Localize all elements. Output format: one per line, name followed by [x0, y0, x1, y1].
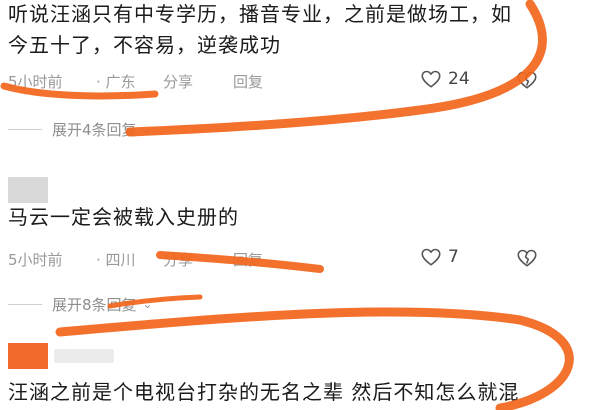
expand-replies-label: 展开8条回复: [52, 295, 137, 314]
comment-text-line: 今五十了，不容易，逆袭成功: [8, 33, 281, 57]
chevron-down-icon: ⌄: [142, 297, 153, 311]
reply-button[interactable]: 回复: [233, 71, 263, 92]
heart-outline-icon: [421, 70, 441, 88]
comment-text-line: 听说汪涵只有中专学历，播音专业，之前是做场工，如: [8, 2, 512, 26]
reply-button[interactable]: 回复: [233, 249, 263, 270]
broken-heart-icon: [517, 71, 537, 89]
broken-heart-icon: [517, 249, 537, 267]
expand-replies-button-2[interactable]: 展开8条回复 ⌄: [8, 293, 153, 315]
username[interactable]: [54, 349, 114, 363]
share-button[interactable]: 分享: [163, 249, 193, 270]
dislike-button[interactable]: [516, 69, 538, 95]
like-count: 24: [448, 69, 470, 89]
comment-timestamp: 5小时前: [8, 251, 63, 269]
expand-replies-label: 展开4条回复: [52, 120, 137, 139]
expand-replies-button-1[interactable]: 展开4条回复 ⌄: [8, 118, 153, 140]
comment-meta-row-2: 5小时前 · 四川 分享 回复 7: [8, 246, 600, 272]
dislike-button[interactable]: [516, 247, 538, 273]
comment-location: · 广东: [96, 73, 136, 91]
like-button[interactable]: 7: [420, 246, 459, 268]
avatar[interactable]: [8, 177, 48, 203]
chevron-down-icon: ⌄: [142, 122, 153, 136]
comment-text-1: 听说汪涵只有中专学历，播音专业，之前是做场工，如 今五十了，不容易，逆袭成功: [8, 0, 512, 61]
comment-text-3: 汪涵之前是个电视台打杂的无名之辈 然后不知怎么就混: [8, 377, 519, 408]
comment-meta-row-1: 5小时前 · 广东 分享 回复 24: [8, 68, 600, 94]
comment-timestamp: 5小时前: [8, 73, 63, 91]
avatar[interactable]: [8, 343, 48, 369]
heart-outline-icon: [421, 248, 441, 266]
divider-line: [8, 303, 42, 305]
comment-text-2: 马云一定会被载入史册的: [8, 202, 239, 233]
divider-line: [8, 128, 42, 130]
comment-location: · 四川: [96, 251, 136, 269]
like-button[interactable]: 24: [420, 68, 470, 90]
share-button[interactable]: 分享: [163, 71, 193, 92]
comment-text-line: 马云一定会被载入史册的: [8, 205, 239, 229]
comment-text-line: 汪涵之前是个电视台打杂的无名之辈 然后不知怎么就混: [8, 380, 520, 404]
like-count: 7: [448, 247, 459, 267]
